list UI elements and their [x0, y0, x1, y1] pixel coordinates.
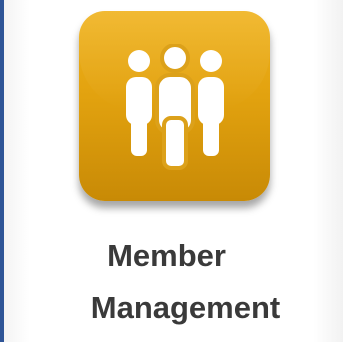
- group-users-icon: [126, 44, 224, 170]
- tile-label-line-2: Management: [90, 290, 281, 325]
- member-management-tile[interactable]: [79, 11, 270, 201]
- tile-label-line-1: Member: [107, 238, 226, 273]
- left-window-edge: [0, 0, 4, 342]
